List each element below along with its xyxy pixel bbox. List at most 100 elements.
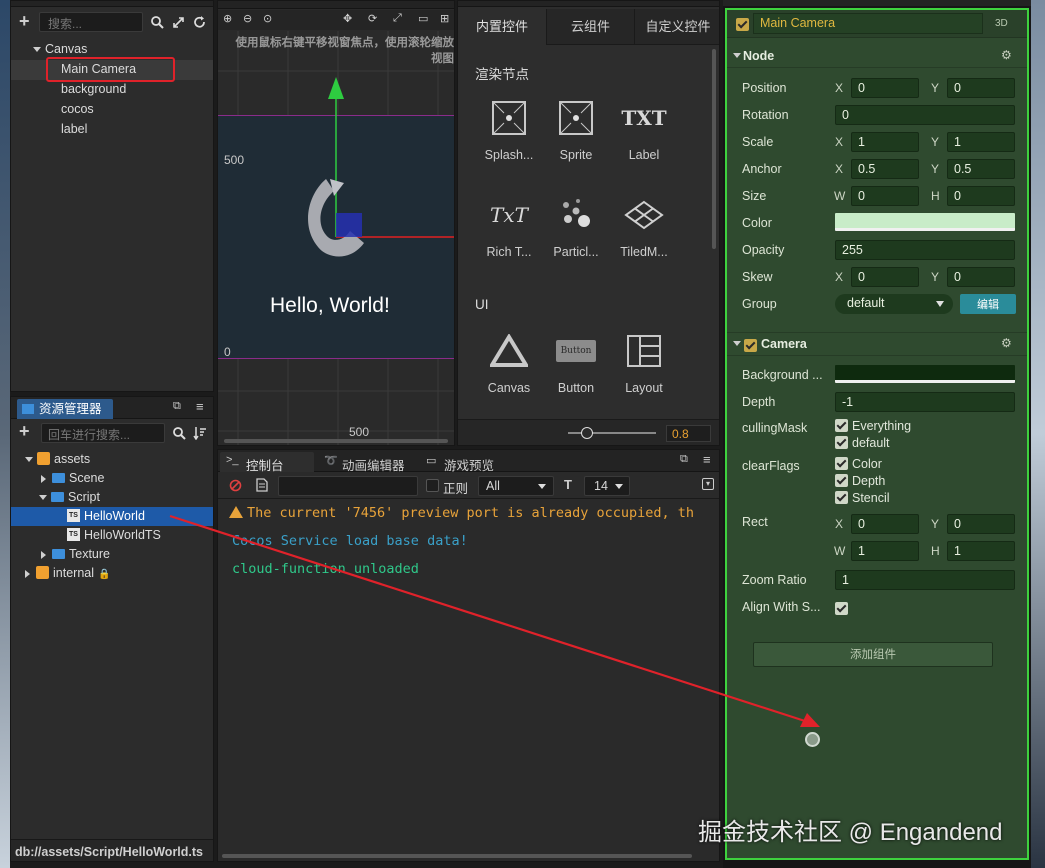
- add-asset-icon[interactable]: +: [19, 421, 30, 442]
- culling-default-option[interactable]: default: [835, 436, 890, 450]
- add-node-icon[interactable]: +: [19, 11, 30, 32]
- tree-item-cocos[interactable]: cocos: [61, 100, 94, 119]
- maximize-icon[interactable]: ⧉: [680, 453, 688, 466]
- tab-builtin[interactable]: 内置控件: [458, 9, 546, 45]
- rect-h-input[interactable]: 1: [947, 541, 1015, 561]
- expand-arrow-icon[interactable]: [733, 53, 741, 58]
- zoom-out-icon[interactable]: ⊖: [243, 12, 252, 25]
- widget-richtext[interactable]: TxT Rich T...: [479, 195, 539, 259]
- tree-item-helloworldts[interactable]: TS HelloWorldTS: [67, 526, 161, 545]
- position-x-input[interactable]: 0: [851, 78, 919, 98]
- hierarchy-search-input[interactable]: 搜索...: [39, 12, 143, 32]
- anchor-y-input[interactable]: 0.5: [947, 159, 1015, 179]
- rotation-input[interactable]: 0: [835, 105, 1015, 125]
- skew-y-input[interactable]: 0: [947, 267, 1015, 287]
- color-swatch[interactable]: [835, 213, 1015, 231]
- expand-arrow-icon[interactable]: [33, 47, 41, 53]
- widget-canvas[interactable]: Canvas: [479, 331, 539, 395]
- tab-assets[interactable]: 资源管理器: [17, 399, 113, 419]
- search-icon[interactable]: [151, 16, 164, 29]
- camera-enabled-checkbox[interactable]: [744, 339, 757, 353]
- checkbox-checked[interactable]: [835, 474, 848, 488]
- clearflag-depth-option[interactable]: Depth: [835, 474, 885, 488]
- widget-layout[interactable]: Layout: [614, 331, 674, 395]
- badge-3d[interactable]: 3D: [995, 18, 1008, 29]
- scale-y-input[interactable]: 1: [947, 132, 1015, 152]
- sort-icon[interactable]: [193, 426, 207, 440]
- grid-tool-icon[interactable]: ⊞: [440, 12, 449, 25]
- tree-item-internal[interactable]: internal 🔒: [25, 564, 110, 583]
- font-size-select[interactable]: 14: [584, 476, 630, 496]
- clearflag-color-option[interactable]: Color: [835, 457, 882, 471]
- node-active-checkbox[interactable]: [736, 18, 749, 32]
- node-name-field[interactable]: Main Camera: [753, 13, 983, 34]
- console-filter-input[interactable]: [278, 476, 418, 496]
- menu-icon[interactable]: ≡: [703, 452, 711, 467]
- position-y-input[interactable]: 0: [947, 78, 1015, 98]
- expand-arrow-icon[interactable]: [41, 474, 46, 483]
- culling-everything-option[interactable]: Everything: [835, 419, 911, 433]
- size-h-input[interactable]: 0: [947, 186, 1015, 206]
- depth-input[interactable]: -1: [835, 392, 1015, 412]
- scene-hello-label[interactable]: Hello, World!: [270, 294, 390, 318]
- collapse-console-icon[interactable]: ▾: [702, 478, 714, 490]
- tab-preview[interactable]: ▭ 游戏预览: [424, 452, 518, 473]
- align-with-screen-checkbox[interactable]: [835, 602, 848, 616]
- regex-checkbox[interactable]: [426, 479, 439, 492]
- transform-gizmo[interactable]: [288, 71, 455, 271]
- gear-icon[interactable]: ⚙: [1001, 336, 1012, 350]
- zoom-slider-thumb[interactable]: [581, 427, 593, 439]
- console-hscrollbar[interactable]: [222, 854, 692, 858]
- expand-arrow-icon[interactable]: [25, 569, 30, 578]
- gear-icon[interactable]: ⚙: [1001, 48, 1012, 62]
- scene-hscrollbar[interactable]: [224, 439, 448, 443]
- background-color-swatch[interactable]: [835, 365, 1015, 383]
- scale-tool-icon[interactable]: ⤢: [393, 12, 402, 25]
- group-select[interactable]: default: [835, 294, 953, 314]
- assets-search-input[interactable]: 回车进行搜索...: [41, 423, 165, 443]
- clearflag-stencil-option[interactable]: Stencil: [835, 491, 890, 505]
- tree-item-scene[interactable]: Scene: [41, 469, 104, 488]
- log-file-icon[interactable]: [256, 478, 268, 492]
- widget-particle[interactable]: Particl...: [546, 195, 606, 259]
- widget-label[interactable]: TXT Label: [614, 98, 674, 162]
- tree-item-assets[interactable]: assets: [25, 450, 90, 469]
- widgets-scrollbar[interactable]: [712, 49, 716, 249]
- zoom-value-field[interactable]: 0.8: [666, 425, 711, 442]
- opacity-input[interactable]: 255: [835, 240, 1015, 260]
- checkbox-checked[interactable]: [835, 491, 848, 505]
- expand-arrow-icon[interactable]: [25, 457, 33, 463]
- clear-console-icon[interactable]: [229, 479, 242, 492]
- tab-cloud[interactable]: 云组件: [546, 9, 634, 45]
- menu-icon[interactable]: ≡: [196, 399, 204, 414]
- rect-tool-icon[interactable]: ▭: [418, 12, 428, 25]
- tree-item-background[interactable]: background: [61, 80, 126, 99]
- search-icon[interactable]: [173, 427, 186, 440]
- expand-arrow-icon[interactable]: [41, 550, 46, 559]
- widget-sprite[interactable]: Sprite: [546, 98, 606, 162]
- widget-splash[interactable]: Splash...: [479, 98, 539, 162]
- add-component-button[interactable]: 添加组件: [753, 642, 993, 667]
- tree-item-script[interactable]: Script: [39, 488, 100, 507]
- expand-arrow-icon[interactable]: [39, 495, 47, 501]
- widget-button[interactable]: Button Button: [546, 331, 606, 395]
- camera-section-header[interactable]: Camera ⚙: [727, 332, 1027, 356]
- move-tool-icon[interactable]: ✥: [343, 12, 352, 25]
- tab-animation[interactable]: ➰ 动画编辑器: [318, 452, 418, 473]
- tab-custom[interactable]: 自定义控件: [634, 9, 719, 45]
- node-section-header[interactable]: Node ⚙: [727, 46, 1027, 68]
- checkbox-checked[interactable]: [835, 457, 848, 471]
- checkbox-checked[interactable]: [835, 419, 848, 433]
- tree-item-texture[interactable]: Texture: [41, 545, 110, 564]
- skew-x-input[interactable]: 0: [851, 267, 919, 287]
- expand-arrow-icon[interactable]: [733, 341, 741, 346]
- rect-w-input[interactable]: 1: [851, 541, 919, 561]
- scale-x-input[interactable]: 1: [851, 132, 919, 152]
- tab-console[interactable]: >_ 控制台: [220, 452, 314, 473]
- widget-tiledmap[interactable]: TiledM...: [614, 195, 674, 259]
- group-edit-button[interactable]: 编辑: [960, 294, 1016, 314]
- rotate-tool-icon[interactable]: ⟳: [368, 12, 377, 25]
- checkbox-checked[interactable]: [835, 436, 848, 450]
- size-w-input[interactable]: 0: [851, 186, 919, 206]
- zoom-ratio-input[interactable]: 1: [835, 570, 1015, 590]
